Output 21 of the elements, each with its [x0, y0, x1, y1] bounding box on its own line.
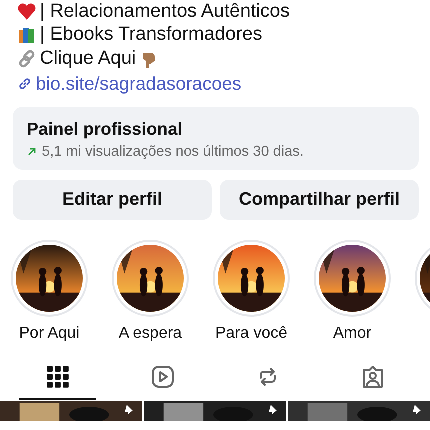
- bio-text: | Relacionamentos Autênticos: [40, 0, 290, 23]
- website-link[interactable]: bio.site/sagradasoracoes: [17, 70, 430, 96]
- tagged-person-icon: [360, 364, 384, 388]
- highlight-label: Para você: [215, 324, 288, 342]
- trend-arrow-icon: [27, 146, 37, 156]
- views-text: 5,1 mi visualizações nos últimos 30 dias.: [42, 144, 304, 160]
- chain-link-icon: [17, 48, 37, 69]
- bio-text: Clique Aqui: [40, 48, 136, 70]
- highlight-label: Por Aqui: [19, 324, 80, 342]
- books-icon: [17, 25, 37, 46]
- highlight-label: Amor: [333, 324, 372, 342]
- dashboard-card[interactable]: Painel profissional 5,1 mi visualizações nos últimos 30 dias.: [13, 106, 419, 170]
- highlight-label: A espera: [118, 324, 182, 342]
- profile-button[interactable]: Editar perfil: [13, 180, 212, 220]
- profile-button[interactable]: Compartilhar perfil: [220, 180, 419, 220]
- dashboard-title: Painel profissional: [27, 118, 184, 140]
- grid-icon: [46, 364, 70, 388]
- bio-text: | Ebooks Transformadores: [40, 24, 262, 46]
- link-icon: [17, 76, 33, 92]
- play-icon: [150, 364, 174, 388]
- heart-icon: [17, 2, 37, 22]
